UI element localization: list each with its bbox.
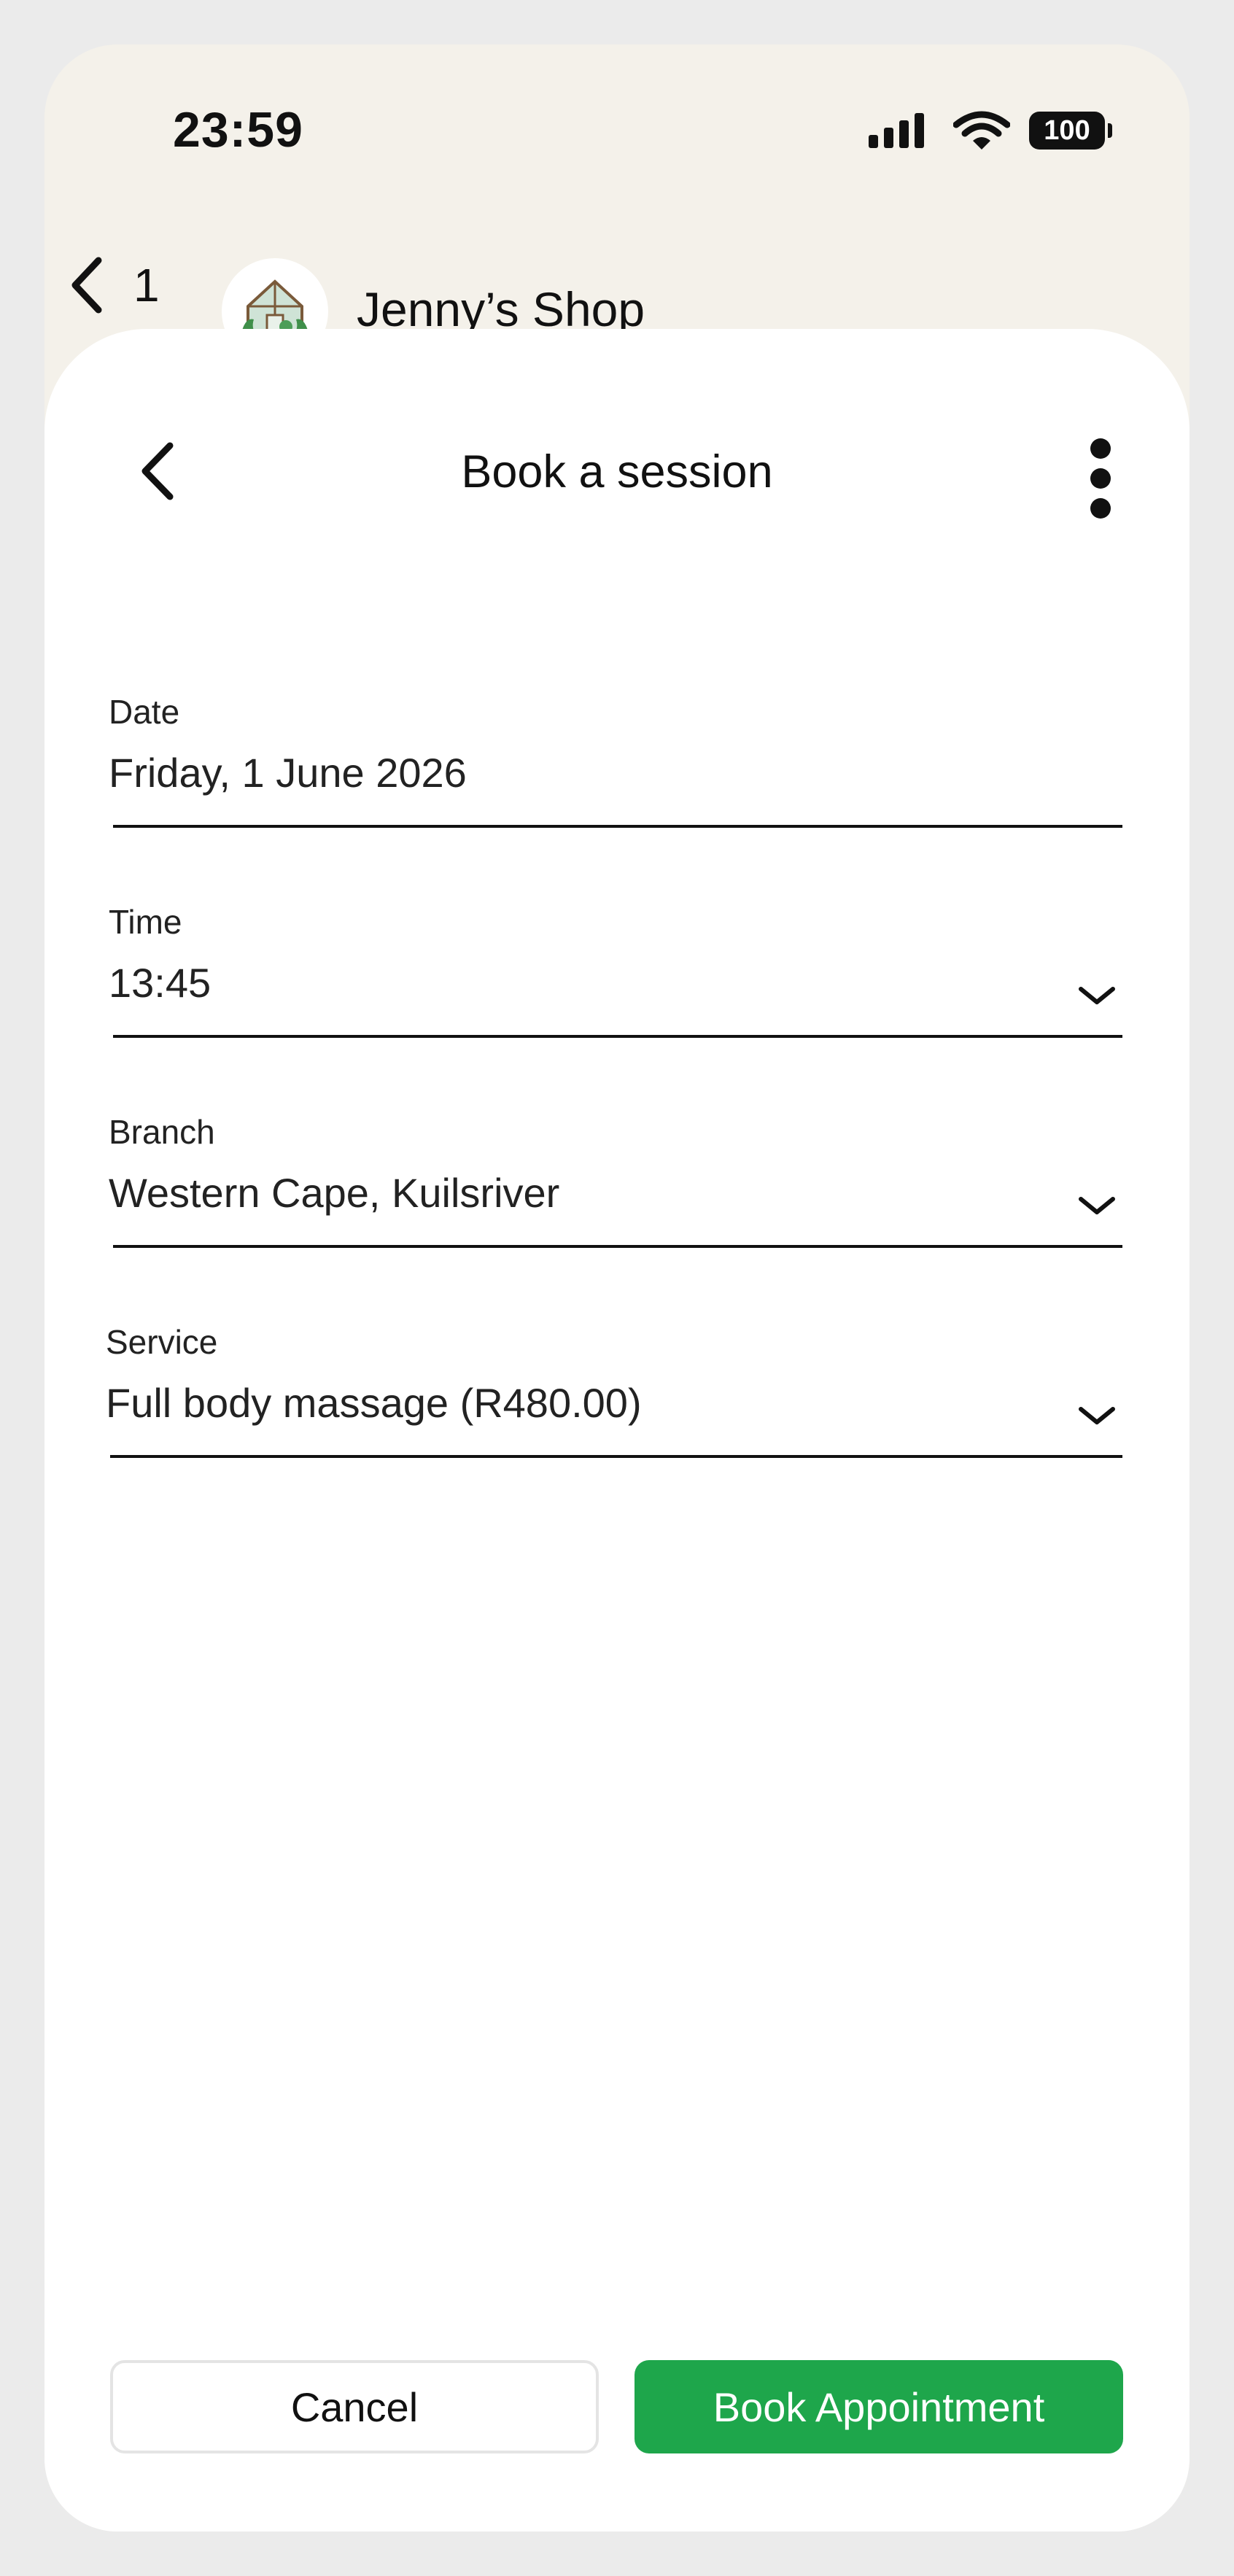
book-appointment-button[interactable]: Book Appointment [635,2360,1123,2453]
date-label: Date [109,693,180,731]
phone-screen: 23:59 100 1 Jenny’s Shop Book a session … [44,44,1190,2532]
booking-sheet: Book a session Date Friday, 1 June 2026 … [44,329,1190,2532]
branch-label: Branch [109,1113,215,1151]
service-value: Full body massage (R480.00) [106,1380,642,1426]
status-time: 23:59 [173,102,303,158]
back-chevron-icon [71,257,102,314]
branch-value: Western Cape, Kuilsriver [109,1170,560,1216]
wifi-icon [953,111,1010,150]
chevron-down-icon [1079,1407,1115,1424]
field-underline [113,825,1122,828]
service-label: Service [106,1323,218,1361]
time-value: 13:45 [109,960,212,1006]
service-dropdown[interactable]: Service Full body massage (R480.00) [106,1322,1122,1458]
battery-level: 100 [1044,115,1090,146]
status-icons: 100 [869,110,1112,151]
more-vertical-icon[interactable] [1086,438,1115,519]
chevron-down-icon [1079,1197,1115,1214]
page-title: Book a session [461,446,773,497]
battery-icon: 100 [1029,112,1112,150]
time-dropdown[interactable]: Time 13:45 [109,902,1122,1038]
field-underline [113,1245,1122,1248]
unread-count: 1 [133,259,160,311]
date-value: Friday, 1 June 2026 [109,750,467,796]
signal-icon [869,113,924,148]
chevron-down-icon [1079,987,1115,1004]
chat-back-button[interactable]: 1 [66,256,160,314]
date-field[interactable]: Date Friday, 1 June 2026 [109,692,1122,828]
branch-dropdown[interactable]: Branch Western Cape, Kuilsriver [109,1112,1122,1248]
status-bar: 23:59 100 [44,44,1190,212]
field-underline [113,1035,1122,1038]
cancel-button[interactable]: Cancel [110,2360,599,2453]
time-label: Time [109,903,182,941]
field-underline [110,1455,1122,1458]
